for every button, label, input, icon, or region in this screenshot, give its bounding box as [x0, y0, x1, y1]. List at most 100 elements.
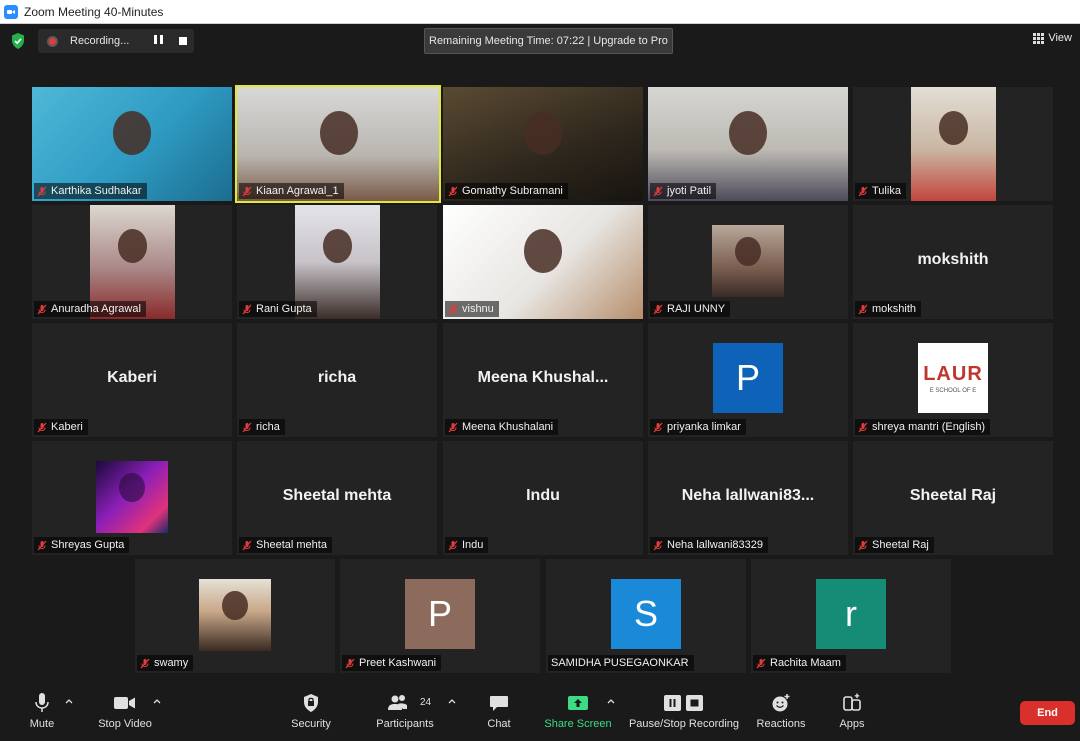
participant-name: Anuradha Agrawal — [51, 303, 141, 315]
participant-name: Kaberi — [51, 421, 83, 433]
window-titlebar: Zoom Meeting 40-Minutes — [0, 0, 1080, 24]
security-label: Security — [291, 718, 331, 730]
participant-tile[interactable]: r Rachita Maam — [751, 559, 951, 673]
grid-view-icon — [1033, 32, 1045, 44]
participant-name: RAJI UNNY — [667, 303, 726, 315]
video-camera-icon — [114, 697, 135, 709]
participant-tile[interactable]: Kaberi Kaberi — [32, 323, 232, 437]
participant-nameplate: Tulika — [855, 183, 906, 199]
stop-video-button[interactable]: Stop Video — [94, 692, 156, 730]
participant-tile[interactable]: jyoti Patil — [648, 87, 848, 201]
participant-tile[interactable]: Sheetal mehta Sheetal mehta — [237, 441, 437, 555]
participant-tile[interactable]: swamy — [135, 559, 335, 673]
audio-options-chevron-icon[interactable] — [65, 698, 73, 704]
person-silhouette — [938, 111, 969, 146]
participant-tile[interactable]: LAUR E SCHOOL OF E shreya mantri (English) — [853, 323, 1053, 437]
participant-tile[interactable]: mokshith mokshith — [853, 205, 1053, 319]
apps-button[interactable]: Apps — [834, 692, 870, 730]
participant-name: Neha lallwani83329 — [667, 539, 764, 551]
participant-name: Shreyas Gupta — [51, 539, 125, 551]
participant-nameplate: Neha lallwani83329 — [650, 537, 769, 553]
participant-tile[interactable]: Rani Gupta — [237, 205, 437, 319]
participant-name: priyanka limkar — [667, 421, 741, 433]
recording-label: Recording... — [70, 35, 130, 47]
participant-tile[interactable]: P Preet Kashwani — [340, 559, 540, 673]
pause-recording-icon[interactable] — [152, 35, 164, 47]
participant-tile[interactable]: vishnu — [443, 205, 643, 319]
muted-microphone-icon — [653, 540, 663, 551]
participant-name: shreya mantri (English) — [872, 421, 986, 433]
muted-microphone-icon — [242, 186, 252, 197]
participant-tile[interactable]: Karthika Sudhakar — [32, 87, 232, 201]
participant-nameplate: Rachita Maam — [753, 655, 846, 671]
participant-nameplate: Kaberi — [34, 419, 88, 435]
participant-nameplate: SAMIDHA PUSEGAONKAR — [548, 655, 694, 671]
participant-name: Meena Khushalani — [462, 421, 554, 433]
participant-name: Sheetal Raj — [872, 539, 929, 551]
participant-tile[interactable]: Neha lallwani83... Neha lallwani83329 — [648, 441, 848, 555]
participant-tile[interactable]: richa richa — [237, 323, 437, 437]
muted-microphone-icon — [653, 422, 663, 433]
muted-microphone-icon — [858, 540, 868, 551]
participant-nameplate: richa — [239, 419, 285, 435]
reactions-label: Reactions — [756, 718, 806, 730]
participant-nameplate: Sheetal mehta — [239, 537, 332, 553]
participant-nameplate: swamy — [137, 655, 194, 671]
participant-tile[interactable]: Tulika — [853, 87, 1053, 201]
participant-tile[interactable]: Kiaan Agrawal_1 — [235, 85, 441, 203]
participant-avatar: P — [405, 579, 475, 649]
participant-tile[interactable]: Shreyas Gupta — [32, 441, 232, 555]
muted-microphone-icon — [448, 422, 458, 433]
mute-button[interactable]: Mute — [22, 692, 62, 730]
participant-tile[interactable]: S SAMIDHA PUSEGAONKAR — [546, 559, 746, 673]
participant-tile[interactable]: Ppriyanka limkar — [648, 323, 848, 437]
muted-microphone-icon — [345, 658, 355, 669]
participants-icon — [388, 695, 407, 710]
window-title: Zoom Meeting 40-Minutes — [24, 4, 164, 19]
participant-tile[interactable]: RAJI UNNY — [648, 205, 848, 319]
participant-name: SAMIDHA PUSEGAONKAR — [551, 657, 689, 669]
participant-display-name: Meena Khushal... — [477, 369, 609, 386]
muted-microphone-icon — [756, 658, 766, 669]
participant-nameplate: priyanka limkar — [650, 419, 746, 435]
participant-nameplate: Sheetal Raj — [855, 537, 934, 553]
muted-microphone-icon — [37, 304, 47, 315]
muted-microphone-icon — [37, 540, 47, 551]
recording-controls-icon — [664, 695, 703, 711]
view-button[interactable]: View — [1033, 32, 1072, 44]
participant-tile[interactable]: Gomathy Subramani — [443, 87, 643, 201]
muted-microphone-icon — [242, 304, 252, 315]
muted-microphone-icon — [448, 186, 458, 197]
participant-video — [96, 461, 168, 533]
participant-video — [911, 87, 996, 201]
participants-options-chevron-icon[interactable] — [448, 698, 456, 704]
participant-display-name: Sheetal Raj — [909, 487, 997, 504]
participant-nameplate: Gomathy Subramani — [445, 183, 568, 199]
participant-tile[interactable]: Indu Indu — [443, 441, 643, 555]
share-screen-button[interactable]: Share Screen — [544, 692, 612, 730]
remaining-time-banner[interactable]: Remaining Meeting Time: 07:22 | Upgrade … — [424, 28, 673, 54]
participant-avatar: r — [816, 579, 886, 649]
video-options-chevron-icon[interactable] — [153, 698, 161, 704]
muted-microphone-icon — [448, 540, 458, 551]
logo-subtext: E SCHOOL OF E — [929, 387, 977, 394]
muted-microphone-icon — [37, 186, 47, 197]
participant-name: richa — [256, 421, 280, 433]
participant-name: Gomathy Subramani — [462, 185, 563, 197]
participant-tile[interactable]: Anuradha Agrawal — [32, 205, 232, 319]
participant-nameplate: Indu — [445, 537, 489, 553]
end-meeting-button[interactable]: End — [1020, 701, 1075, 725]
reactions-button[interactable]: Reactions — [754, 692, 808, 730]
pause-stop-recording-button[interactable]: Pause/Stop Recording — [628, 692, 740, 730]
stop-recording-icon[interactable] — [179, 37, 187, 45]
participant-name: Preet Kashwani — [359, 657, 437, 669]
chat-button[interactable]: Chat — [482, 692, 516, 730]
participant-tile[interactable]: Meena Khushal... Meena Khushalani — [443, 323, 643, 437]
encryption-shield-icon[interactable] — [10, 32, 26, 50]
pause-stop-recording-label: Pause/Stop Recording — [628, 718, 740, 730]
participant-tile[interactable]: Sheetal Raj Sheetal Raj — [853, 441, 1053, 555]
security-button[interactable]: Security — [288, 692, 334, 730]
share-options-chevron-icon[interactable] — [607, 698, 615, 704]
person-silhouette — [320, 111, 358, 155]
share-screen-icon — [568, 696, 588, 710]
